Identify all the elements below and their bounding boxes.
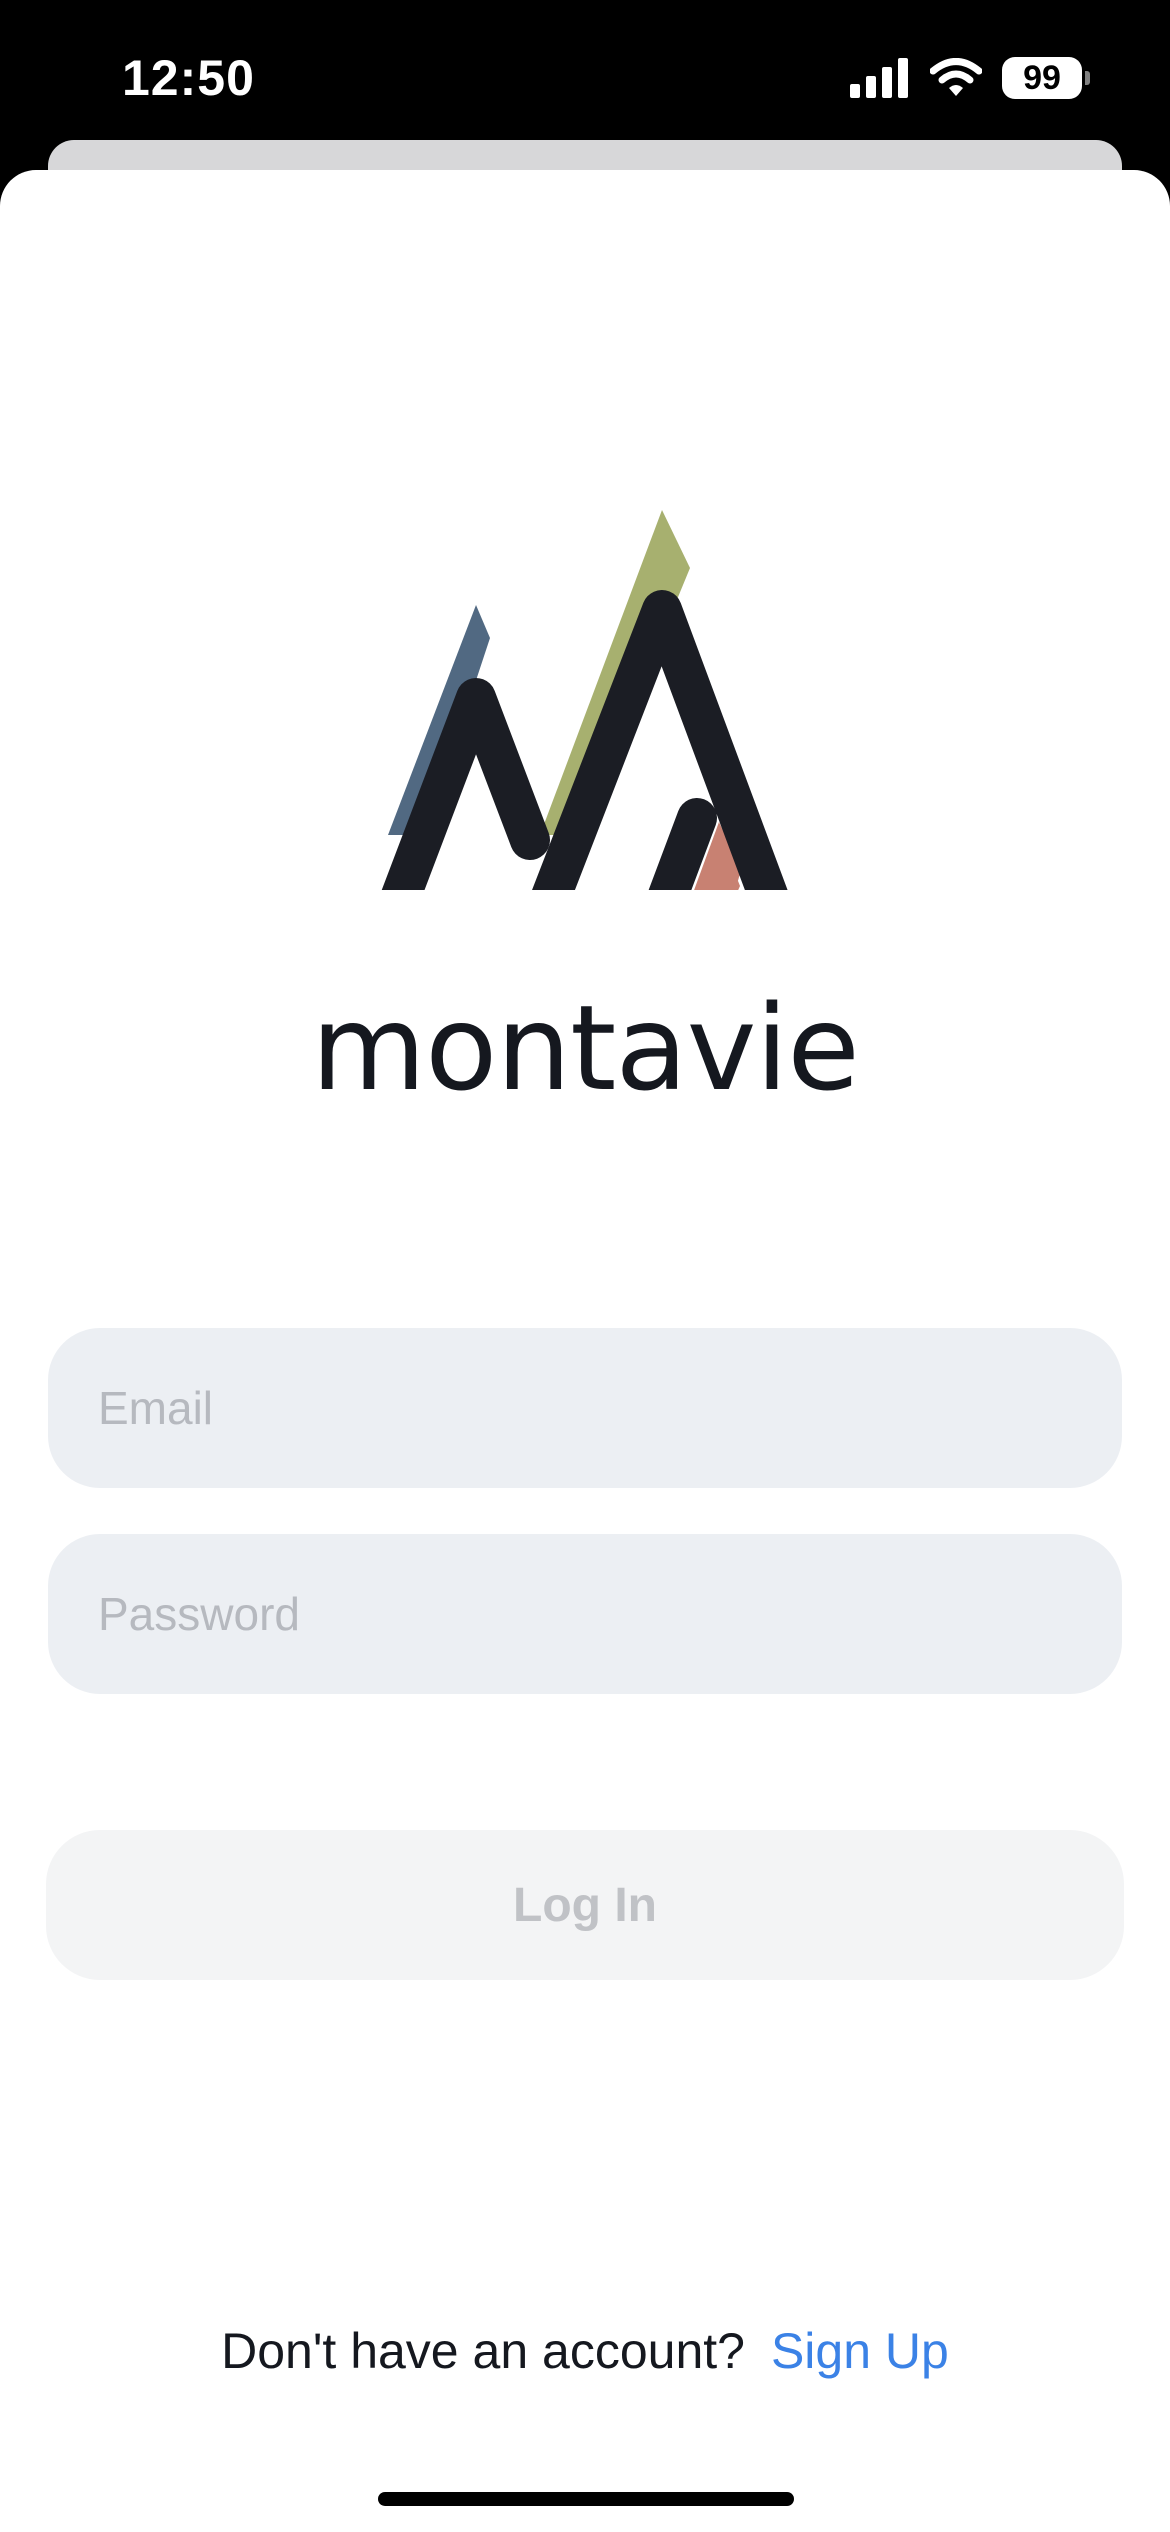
brand-name: montavie xyxy=(311,979,860,1117)
login-screen: 12:50 99 montavie Email Log In Don't hav… xyxy=(0,0,1170,2532)
signup-prompt: Don't have an account? xyxy=(221,2323,745,2379)
signup-link[interactable]: Sign Up xyxy=(771,2322,949,2380)
signal-icon xyxy=(850,58,908,98)
login-button[interactable]: Log In xyxy=(46,1830,1124,1980)
email-field[interactable] xyxy=(48,1328,1122,1488)
home-indicator[interactable] xyxy=(378,2492,794,2506)
status-icons: 99 xyxy=(850,56,1090,100)
battery-level: 99 xyxy=(1002,57,1082,99)
password-field[interactable] xyxy=(48,1534,1122,1694)
montavie-logo-icon xyxy=(381,510,788,890)
battery-icon: 99 xyxy=(1002,57,1090,99)
login-sheet: montavie Log In Don't have an account? S… xyxy=(0,170,1170,2532)
wifi-icon xyxy=(930,58,982,96)
signup-row: Don't have an account? Sign Up xyxy=(0,2316,1170,2386)
status-time: 12:50 xyxy=(122,50,255,106)
